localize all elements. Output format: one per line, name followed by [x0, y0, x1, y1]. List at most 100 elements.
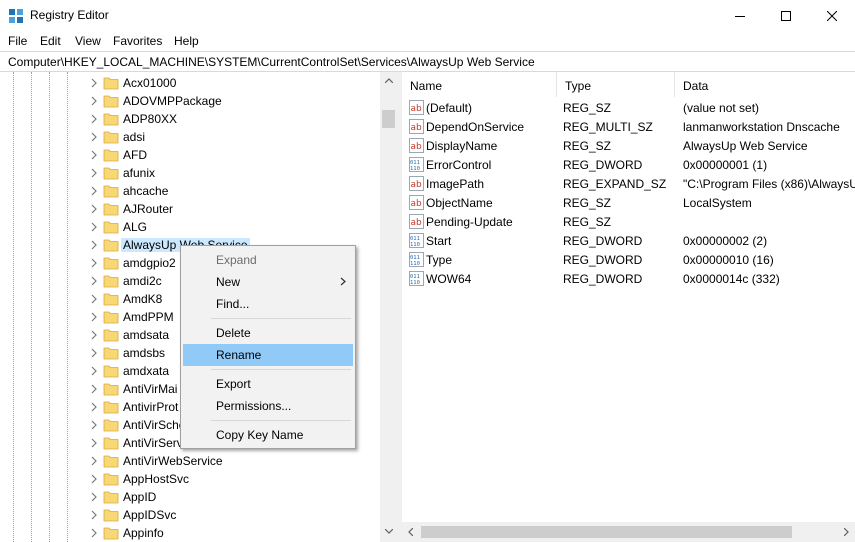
value-data: 0x00000010 (16): [683, 253, 774, 267]
folder-icon: [103, 491, 119, 504]
expand-chevron-icon[interactable]: [89, 114, 99, 124]
tree-item-antivirwebservice[interactable]: AntiVirWebService: [0, 452, 380, 470]
svg-text:ab: ab: [411, 104, 423, 114]
address-bar[interactable]: Computer\HKEY_LOCAL_MACHINE\SYSTEM\Curre…: [0, 51, 855, 72]
expand-chevron-icon[interactable]: [89, 132, 99, 142]
value-row-pending-update[interactable]: ab Pending-Update REG_SZ: [402, 212, 855, 231]
expand-chevron-icon[interactable]: [89, 258, 99, 268]
expand-chevron-icon[interactable]: [89, 330, 99, 340]
expand-chevron-icon[interactable]: [89, 438, 99, 448]
scroll-down-arrow[interactable]: [380, 523, 397, 540]
scroll-thumb[interactable]: [382, 110, 395, 128]
expand-chevron-icon[interactable]: [89, 240, 99, 250]
tree-item-afd[interactable]: AFD: [0, 146, 380, 164]
tree-item-adovmppackage[interactable]: ADOVMPPackage: [0, 92, 380, 110]
expand-chevron-icon[interactable]: [89, 294, 99, 304]
value-row-wow64[interactable]: 011 110 WOW64 REG_DWORD 0x0000014c (332): [402, 269, 855, 288]
menu-file[interactable]: File: [8, 34, 27, 48]
context-menu-label: New: [216, 275, 241, 289]
menu-edit[interactable]: Edit: [40, 34, 61, 48]
value-type: REG_EXPAND_SZ: [563, 177, 667, 191]
context-menu-label: Copy Key Name: [216, 428, 304, 442]
expand-chevron-icon[interactable]: [89, 420, 99, 430]
tree-item-alg[interactable]: ALG: [0, 218, 380, 236]
value-type: REG_DWORD: [563, 272, 643, 286]
string-value-icon: ab: [409, 100, 424, 115]
scroll-right-arrow[interactable]: [838, 522, 855, 542]
context-menu-item-copy-key-name[interactable]: Copy Key Name: [183, 424, 353, 446]
column-header-name[interactable]: Name: [402, 72, 557, 97]
expand-chevron-icon[interactable]: [89, 402, 99, 412]
menu-help[interactable]: Help: [174, 34, 199, 48]
expand-chevron-icon[interactable]: [89, 78, 99, 88]
column-header-type[interactable]: Type: [557, 72, 675, 97]
chevron-up-icon: [384, 78, 393, 83]
expand-chevron-icon[interactable]: [89, 222, 99, 232]
context-menu-item-rename[interactable]: Rename: [183, 344, 353, 366]
expand-chevron-icon[interactable]: [89, 456, 99, 466]
context-menu-item-find[interactable]: Find...: [183, 293, 353, 315]
context-menu-item-delete[interactable]: Delete: [183, 322, 353, 344]
value-row-imagepath[interactable]: ab ImagePath REG_EXPAND_SZ "C:\Program File…: [402, 174, 855, 193]
expand-chevron-icon[interactable]: [89, 528, 99, 538]
tree-item-appinfo[interactable]: Appinfo: [0, 524, 380, 542]
tree-item-ahcache[interactable]: ahcache: [0, 182, 380, 200]
value-row-dependonservice[interactable]: ab DependOnService REG_MULTI_SZ lanmanworks…: [402, 117, 855, 136]
tree-item-apphostsvc[interactable]: AppHostSvc: [0, 470, 380, 488]
tree-item-ajrouter[interactable]: AJRouter: [0, 200, 380, 218]
scroll-left-arrow[interactable]: [402, 522, 419, 542]
tree-item-appid[interactable]: AppID: [0, 488, 380, 506]
folder-icon: [103, 473, 119, 486]
tree-item-appidsvc[interactable]: AppIDSvc: [0, 506, 380, 524]
expand-chevron-icon[interactable]: [89, 168, 99, 178]
menu-separator: [211, 369, 351, 370]
folder-icon: [103, 383, 119, 396]
list-horizontal-scrollbar[interactable]: [402, 522, 855, 542]
tree-item-afunix[interactable]: afunix: [0, 164, 380, 182]
context-menu-item-permissions[interactable]: Permissions...: [183, 395, 353, 417]
expand-chevron-icon[interactable]: [89, 276, 99, 286]
close-button[interactable]: [809, 0, 855, 31]
column-header-data[interactable]: Data: [675, 72, 855, 97]
expand-chevron-icon[interactable]: [89, 204, 99, 214]
context-menu-label: Expand: [216, 253, 257, 267]
expand-chevron-icon[interactable]: [89, 96, 99, 106]
svg-text:ab: ab: [411, 218, 423, 228]
expand-chevron-icon[interactable]: [89, 312, 99, 322]
values-list-pane: Name Type Data ab (Default) REG_SZ (value n…: [402, 72, 855, 542]
value-name: Start: [426, 234, 452, 248]
scroll-up-arrow[interactable]: [380, 72, 397, 89]
expand-chevron-icon[interactable]: [89, 186, 99, 196]
folder-icon: [103, 77, 119, 90]
maximize-icon: [781, 10, 791, 21]
value-row-default[interactable]: ab (Default) REG_SZ (value not set): [402, 98, 855, 117]
expand-chevron-icon[interactable]: [89, 492, 99, 502]
string-value-icon: ab: [409, 138, 424, 153]
value-row-start[interactable]: 011 110 Start REG_DWORD 0x00000002 (2): [402, 231, 855, 250]
context-menu-item-new[interactable]: New: [183, 271, 353, 293]
svg-text:110: 110: [410, 166, 420, 172]
context-menu-item-export[interactable]: Export: [183, 373, 353, 395]
value-row-type[interactable]: 011 110 Type REG_DWORD 0x00000010 (16): [402, 250, 855, 269]
tree-vertical-scrollbar[interactable]: [380, 72, 397, 542]
tree-item-label: ALG: [123, 220, 148, 234]
address-path[interactable]: Computer\HKEY_LOCAL_MACHINE\SYSTEM\Curre…: [8, 55, 535, 69]
expand-chevron-icon[interactable]: [89, 474, 99, 484]
expand-chevron-icon[interactable]: [89, 366, 99, 376]
value-row-objectname[interactable]: ab ObjectName REG_SZ LocalSystem: [402, 193, 855, 212]
tree-item-adp80xx[interactable]: ADP80XX: [0, 110, 380, 128]
value-row-errorcontrol[interactable]: 011 110 ErrorControl REG_DWORD 0x00000001 (1…: [402, 155, 855, 174]
expand-chevron-icon[interactable]: [89, 150, 99, 160]
tree-item-acx01000[interactable]: Acx01000: [0, 74, 380, 92]
horizontal-scroll-thumb[interactable]: [421, 526, 792, 538]
expand-chevron-icon[interactable]: [89, 510, 99, 520]
maximize-button[interactable]: [763, 0, 809, 31]
folder-icon: [103, 455, 119, 468]
menu-favorites[interactable]: Favorites: [113, 34, 162, 48]
value-row-displayname[interactable]: ab DisplayName REG_SZ AlwaysUp Web Service: [402, 136, 855, 155]
expand-chevron-icon[interactable]: [89, 348, 99, 358]
tree-item-adsi[interactable]: adsi: [0, 128, 380, 146]
menu-view[interactable]: View: [75, 34, 101, 48]
expand-chevron-icon[interactable]: [89, 384, 99, 394]
minimize-button[interactable]: [717, 0, 763, 31]
